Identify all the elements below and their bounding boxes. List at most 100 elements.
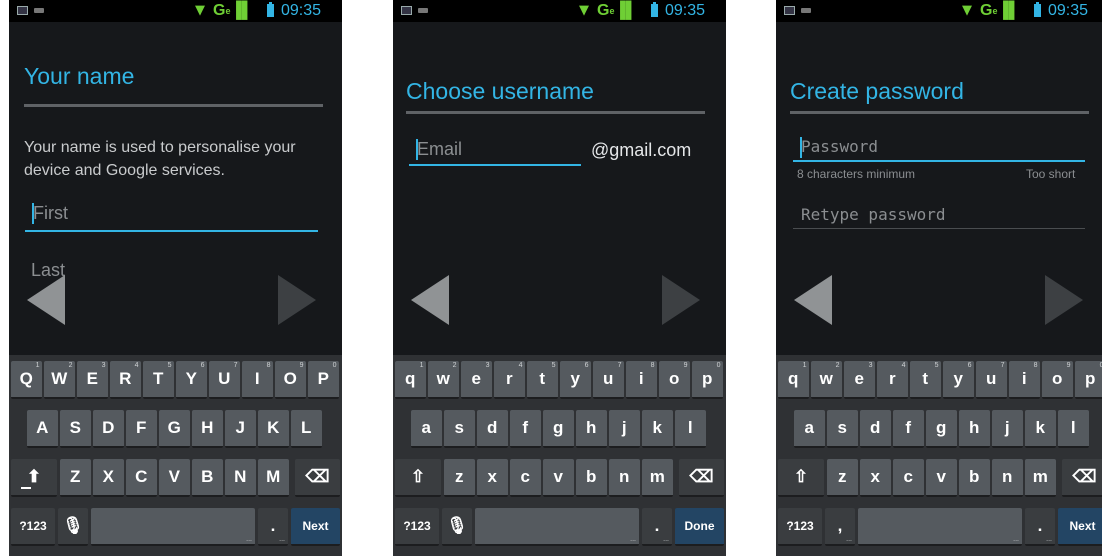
back-arrow-icon[interactable] xyxy=(411,275,449,325)
key-o[interactable]: O9 xyxy=(275,361,306,399)
key-i[interactable]: i8 xyxy=(1009,361,1040,399)
key-f[interactable]: f xyxy=(893,410,924,448)
key-m[interactable]: m xyxy=(1025,459,1056,497)
key-r[interactable]: R4 xyxy=(110,361,141,399)
key-e[interactable]: e3 xyxy=(844,361,875,399)
key-k[interactable]: K xyxy=(258,410,289,448)
key-m[interactable]: M xyxy=(258,459,289,497)
key-p[interactable]: p0 xyxy=(692,361,723,399)
key-x[interactable]: x xyxy=(477,459,508,497)
retype-password-input[interactable]: Retype password xyxy=(793,204,1085,229)
key-d[interactable]: d xyxy=(477,410,508,448)
next-arrow-icon[interactable] xyxy=(1045,275,1083,325)
key-s[interactable]: s xyxy=(827,410,858,448)
key-j[interactable]: j xyxy=(992,410,1023,448)
key-r[interactable]: r4 xyxy=(494,361,525,399)
key-w[interactable]: w2 xyxy=(428,361,459,399)
space-bar[interactable]: ... xyxy=(475,508,639,546)
key-o[interactable]: o9 xyxy=(1042,361,1073,399)
key-a[interactable]: a xyxy=(794,410,825,448)
key-t[interactable]: t5 xyxy=(910,361,941,399)
first-name-input[interactable]: First xyxy=(25,202,318,232)
key-h[interactable]: H xyxy=(192,410,223,448)
period-key[interactable]: .... xyxy=(258,508,288,546)
next-arrow-icon[interactable] xyxy=(662,275,700,325)
symbols-key[interactable]: ?123 xyxy=(11,508,55,546)
key-v[interactable]: v xyxy=(926,459,957,497)
key-d[interactable]: D xyxy=(93,410,124,448)
key-a[interactable]: a xyxy=(411,410,442,448)
back-arrow-icon[interactable] xyxy=(27,275,65,325)
key-p[interactable]: P0 xyxy=(308,361,339,399)
next-arrow-icon[interactable] xyxy=(278,275,316,325)
period-key[interactable]: .... xyxy=(1025,508,1055,546)
key-x[interactable]: x xyxy=(860,459,891,497)
space-bar[interactable]: ... xyxy=(858,508,1022,546)
key-l[interactable]: l xyxy=(1058,410,1089,448)
key-b[interactable]: b xyxy=(959,459,990,497)
key-m[interactable]: m xyxy=(642,459,673,497)
key-u[interactable]: u7 xyxy=(593,361,624,399)
key-o[interactable]: o9 xyxy=(659,361,690,399)
key-c[interactable]: c xyxy=(893,459,924,497)
key-t[interactable]: T5 xyxy=(143,361,174,399)
key-z[interactable]: Z xyxy=(60,459,91,497)
key-g[interactable]: g xyxy=(926,410,957,448)
key-w[interactable]: W2 xyxy=(44,361,75,399)
key-h[interactable]: h xyxy=(576,410,607,448)
shift-key-icon[interactable]: ⇧ xyxy=(395,459,441,497)
key-w[interactable]: w2 xyxy=(811,361,842,399)
key-v[interactable]: v xyxy=(543,459,574,497)
microphone-key-icon[interactable]: 🎙 xyxy=(442,508,472,546)
key-t[interactable]: t5 xyxy=(527,361,558,399)
key-b[interactable]: B xyxy=(192,459,223,497)
key-k[interactable]: k xyxy=(1025,410,1056,448)
next-key[interactable]: Next xyxy=(291,508,340,546)
key-j[interactable]: j xyxy=(609,410,640,448)
microphone-key-icon[interactable]: 🎙 xyxy=(58,508,88,546)
key-y[interactable]: Y6 xyxy=(176,361,207,399)
key-s[interactable]: s xyxy=(444,410,475,448)
key-j[interactable]: J xyxy=(225,410,256,448)
key-a[interactable]: A xyxy=(27,410,58,448)
space-bar[interactable]: ... xyxy=(91,508,255,546)
done-key[interactable]: Done xyxy=(675,508,724,546)
key-q[interactable]: q1 xyxy=(778,361,809,399)
key-k[interactable]: k xyxy=(642,410,673,448)
key-z[interactable]: z xyxy=(444,459,475,497)
key-v[interactable]: V xyxy=(159,459,190,497)
key-x[interactable]: X xyxy=(93,459,124,497)
next-key[interactable]: Next xyxy=(1058,508,1102,546)
key-l[interactable]: l xyxy=(675,410,706,448)
key-i[interactable]: i8 xyxy=(626,361,657,399)
shift-key-icon[interactable]: ⬆ xyxy=(11,459,57,497)
key-l[interactable]: L xyxy=(291,410,322,448)
key-u[interactable]: u7 xyxy=(976,361,1007,399)
key-r[interactable]: r4 xyxy=(877,361,908,399)
key-p[interactable]: p0 xyxy=(1075,361,1102,399)
key-e[interactable]: E3 xyxy=(77,361,108,399)
email-input[interactable]: Email xyxy=(409,138,581,166)
key-g[interactable]: G xyxy=(159,410,190,448)
key-d[interactable]: d xyxy=(860,410,891,448)
key-b[interactable]: b xyxy=(576,459,607,497)
delete-key-icon[interactable]: ⌫ xyxy=(1062,459,1102,497)
key-f[interactable]: f xyxy=(510,410,541,448)
key-z[interactable]: z xyxy=(827,459,858,497)
key-n[interactable]: N xyxy=(225,459,256,497)
key-y[interactable]: y6 xyxy=(560,361,591,399)
delete-key-icon[interactable]: ⌫ xyxy=(295,459,340,497)
key-q[interactable]: q1 xyxy=(395,361,426,399)
key-n[interactable]: n xyxy=(992,459,1023,497)
key-e[interactable]: e3 xyxy=(461,361,492,399)
period-key[interactable]: .... xyxy=(642,508,672,546)
key-i[interactable]: I8 xyxy=(242,361,273,399)
key-y[interactable]: y6 xyxy=(943,361,974,399)
last-name-input[interactable]: Last xyxy=(25,257,318,279)
key-n[interactable]: n xyxy=(609,459,640,497)
symbols-key[interactable]: ?123 xyxy=(395,508,439,546)
key-f[interactable]: F xyxy=(126,410,157,448)
back-arrow-icon[interactable] xyxy=(794,275,832,325)
comma-key[interactable]: ,... xyxy=(825,508,855,546)
symbols-key[interactable]: ?123 xyxy=(778,508,822,546)
